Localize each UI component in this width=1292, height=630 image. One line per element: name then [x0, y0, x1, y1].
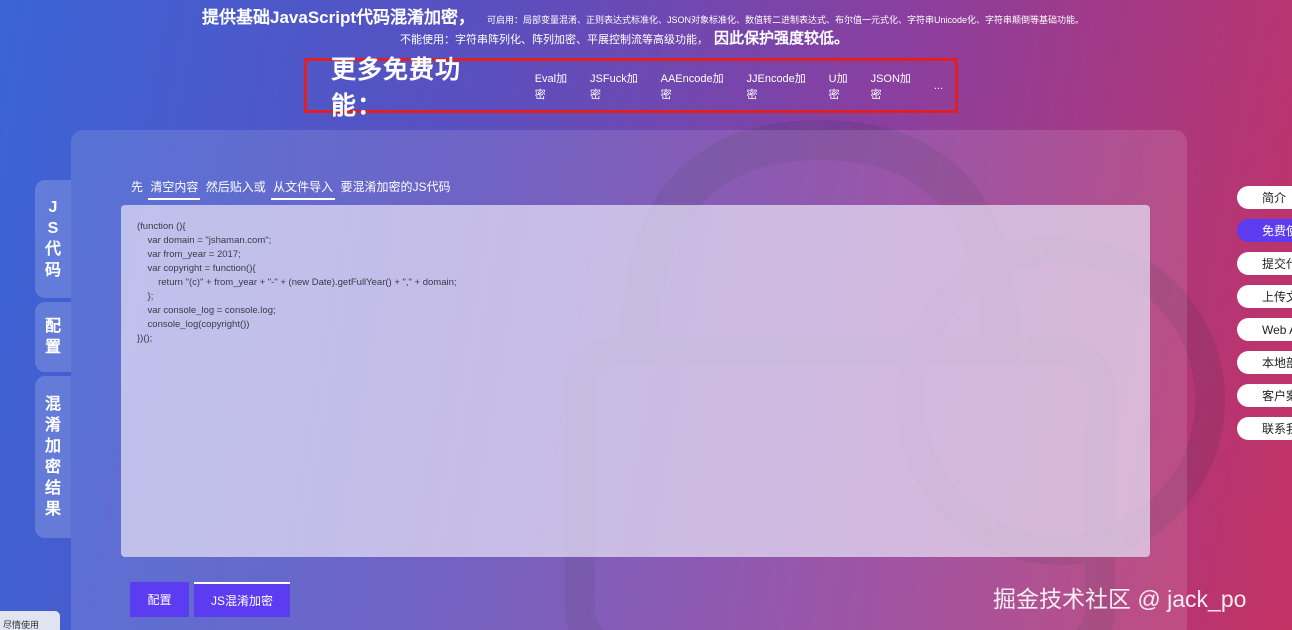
clear-content-link[interactable]: 清空内容: [148, 178, 201, 200]
code-line: var from_year = 2017;: [137, 249, 241, 260]
side-tab-config[interactable]: 配 置: [35, 302, 71, 372]
corner-tab[interactable]: 尽情使用: [0, 611, 60, 630]
code-line: (function (){: [137, 221, 186, 232]
side-tab-char: 淆: [44, 417, 61, 434]
watermark: 掘金技术社区 @ jack_po: [993, 586, 1247, 612]
side-tab-char: 果: [44, 501, 61, 518]
more-features-title: 更多免费功能：: [331, 55, 462, 120]
more-free-features-box: 更多免费功能： Eval加密 JSFuck加密 AAEncode加密 JJEnc…: [304, 56, 958, 120]
side-tab-char: 加: [44, 438, 61, 455]
instruction-suffix: 要混淆加密的JS代码: [340, 180, 451, 194]
code-line: var copyright = function(){: [137, 263, 256, 274]
code-line: })();: [137, 333, 153, 344]
nav-item-customer-cases[interactable]: 客户案例: [1237, 384, 1292, 407]
eval-encrypt-link[interactable]: Eval加密: [535, 70, 578, 102]
header-line-2: 不能使用：字符串阵列化、阵列加密、平展控制流等高级功能， 因此保护强度较低。: [400, 27, 849, 48]
side-tab-char: 代: [44, 241, 61, 258]
side-tab-result[interactable]: 混 淆 加 密 结 果: [35, 376, 71, 538]
side-tab-char: 码: [44, 262, 61, 279]
nav-item-free-use[interactable]: 免费使用: [1237, 219, 1292, 242]
side-tab-char: 配: [44, 318, 61, 335]
nav-item-submit-code[interactable]: 提交代码: [1237, 252, 1292, 275]
nav-item-contact-us[interactable]: 联系我们: [1237, 417, 1292, 440]
code-editor[interactable]: (function (){ var domain = "jshaman.com"…: [121, 205, 1150, 557]
u-encrypt-link[interactable]: U加密: [829, 70, 859, 102]
header-protection-note: 因此保护强度较低。: [714, 30, 850, 47]
side-tab-char: 混: [44, 396, 61, 413]
obfuscate-button[interactable]: JS混淆加密: [194, 582, 290, 617]
nav-item-intro[interactable]: 简介: [1237, 186, 1292, 209]
instruction-middle: 然后贴入或: [205, 180, 266, 194]
code-line: return "(c)" + from_year + "-" + (new Da…: [137, 277, 457, 288]
more-ellipsis-link[interactable]: ...: [934, 80, 943, 92]
config-button[interactable]: 配置: [130, 582, 189, 617]
side-tab-char: 结: [44, 480, 61, 497]
code-line: var domain = "jshaman.com";: [137, 235, 272, 246]
header-title: 提供基础JavaScript代码混淆加密，: [202, 8, 475, 27]
jsfuck-encrypt-link[interactable]: JSFuck加密: [590, 70, 649, 102]
header-disabled-features: 不能使用：字符串阵列化、阵列加密、平展控制流等高级功能，: [400, 34, 708, 46]
header-enabled-features: 可启用：局部变量混淆、正则表达式标准化、JSON对象标准化、数值转二进制表达式、…: [487, 15, 1085, 25]
nav-item-local-deploy[interactable]: 本地部署: [1237, 351, 1292, 374]
code-line: };: [137, 291, 154, 302]
jjencode-encrypt-link[interactable]: JJEncode加密: [746, 70, 816, 102]
json-encrypt-link[interactable]: JSON加密: [871, 70, 922, 102]
side-tab-js-code[interactable]: J S 代 码: [35, 180, 71, 298]
side-tab-char: 密: [44, 459, 61, 476]
nav-item-web-api[interactable]: Web API: [1237, 318, 1292, 341]
code-line: console_log(copyright()): [137, 319, 250, 330]
instruction-line: 先 清空内容 然后贴入或 从文件导入 要混淆加密的JS代码: [131, 178, 450, 200]
import-from-file-link[interactable]: 从文件导入: [271, 178, 336, 200]
instruction-prefix: 先: [131, 180, 144, 194]
aaencode-encrypt-link[interactable]: AAEncode加密: [661, 70, 735, 102]
side-tab-char: S: [47, 220, 59, 237]
right-nav: 简介 免费使用 提交代码 上传文件 Web API 本地部署 客户案例 联系我们: [1237, 186, 1292, 450]
nav-item-upload-file[interactable]: 上传文件: [1237, 285, 1292, 308]
code-line: var console_log = console.log;: [137, 305, 276, 316]
side-tab-char: 置: [44, 339, 61, 356]
side-tab-char: J: [48, 199, 58, 216]
header-line-1: 提供基础JavaScript代码混淆加密， 可启用：局部变量混淆、正则表达式标准化…: [202, 3, 1084, 28]
